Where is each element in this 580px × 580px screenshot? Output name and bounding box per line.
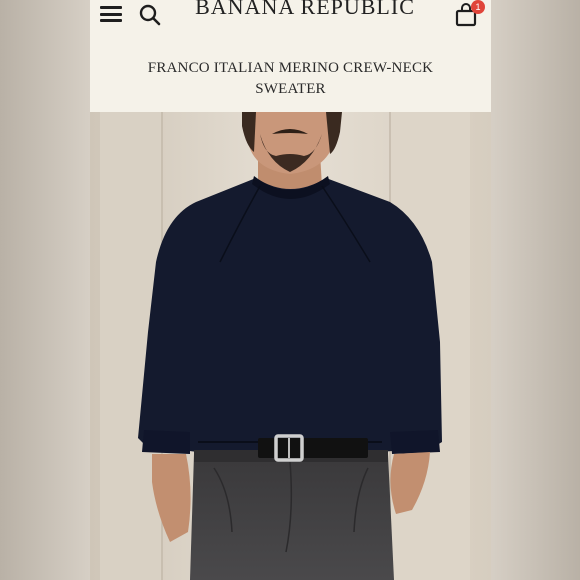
menu-button[interactable] [100,6,122,22]
product-image[interactable] [90,112,491,580]
sweater-cuff-right [390,430,440,454]
bag-count-badge: 1 [471,0,485,14]
site-header: BANANA REPUBLIC 1 FRANCO ITALIAN MERINO … [90,0,491,112]
product-photo [90,112,491,580]
phone-screen: BANANA REPUBLIC 1 FRANCO ITALIAN MERINO … [90,0,491,580]
sweater-body [138,178,442,452]
hamburger-menu-icon-line [100,19,122,22]
product-title: FRANCO ITALIAN MERINO CREW-NECK SWEATER [110,58,471,100]
product-title-line-2: SWEATER [255,81,326,97]
hamburger-menu-icon [100,6,122,9]
brand-logo[interactable]: BANANA REPUBLIC [190,0,420,20]
top-navigation-bar: BANANA REPUBLIC 1 [90,0,491,30]
search-button[interactable] [138,3,162,27]
shopping-bag-button[interactable]: 1 [454,0,485,28]
search-icon [139,4,161,26]
pants [190,454,394,580]
sweater-cuff-left [142,430,190,454]
product-title-line-1: FRANCO ITALIAN MERINO CREW-NECK [147,60,434,76]
hamburger-menu-icon-line [100,12,122,16]
